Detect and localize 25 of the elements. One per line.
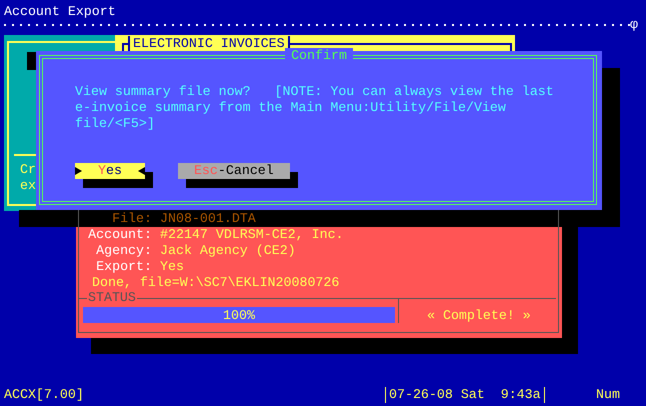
dialog-message: View summary file now? [NOTE: You can always view the last e-invoice summary from the Main Menu:Utility/File/View file/<F5>] [75,84,554,132]
field-label: Account: [87,227,152,243]
field-value: Jack Agency (CE2) [160,243,296,259]
file-value: JN08-001.DTA [160,211,256,227]
dialog-button[interactable]: Esc-Cancel [178,163,290,179]
progress-reading: 100% [222,308,256,324]
date-time: 07-26-08 Sat 9:43a [385,387,545,403]
app-version: ACCX[7.00] [4,387,84,403]
window-text: Cr [20,162,36,178]
ruler-mark: φ [630,17,638,33]
pointer-right-icon [75,167,82,175]
window-title: ELECTRONIC INVOICES [128,36,290,52]
window-text: ex [20,178,36,194]
screen-title: Account Export [4,4,116,20]
done-message: Done, file=W:\SC7\EKLIN20080726 [92,275,340,291]
field-label: Agency: [95,243,152,259]
num-lock-indicator: Num [596,387,620,403]
field-value: Yes [160,259,184,275]
dialog-button[interactable]: Yes [75,163,145,179]
field-value: #22147 VDLRSM-CE2, Inc. [160,227,344,243]
status-text: « Complete! » [427,308,531,324]
cursor-block [27,52,37,70]
pointer-left-icon [138,167,145,175]
file-label: File: [111,211,152,227]
field-label: Export: [95,259,152,275]
